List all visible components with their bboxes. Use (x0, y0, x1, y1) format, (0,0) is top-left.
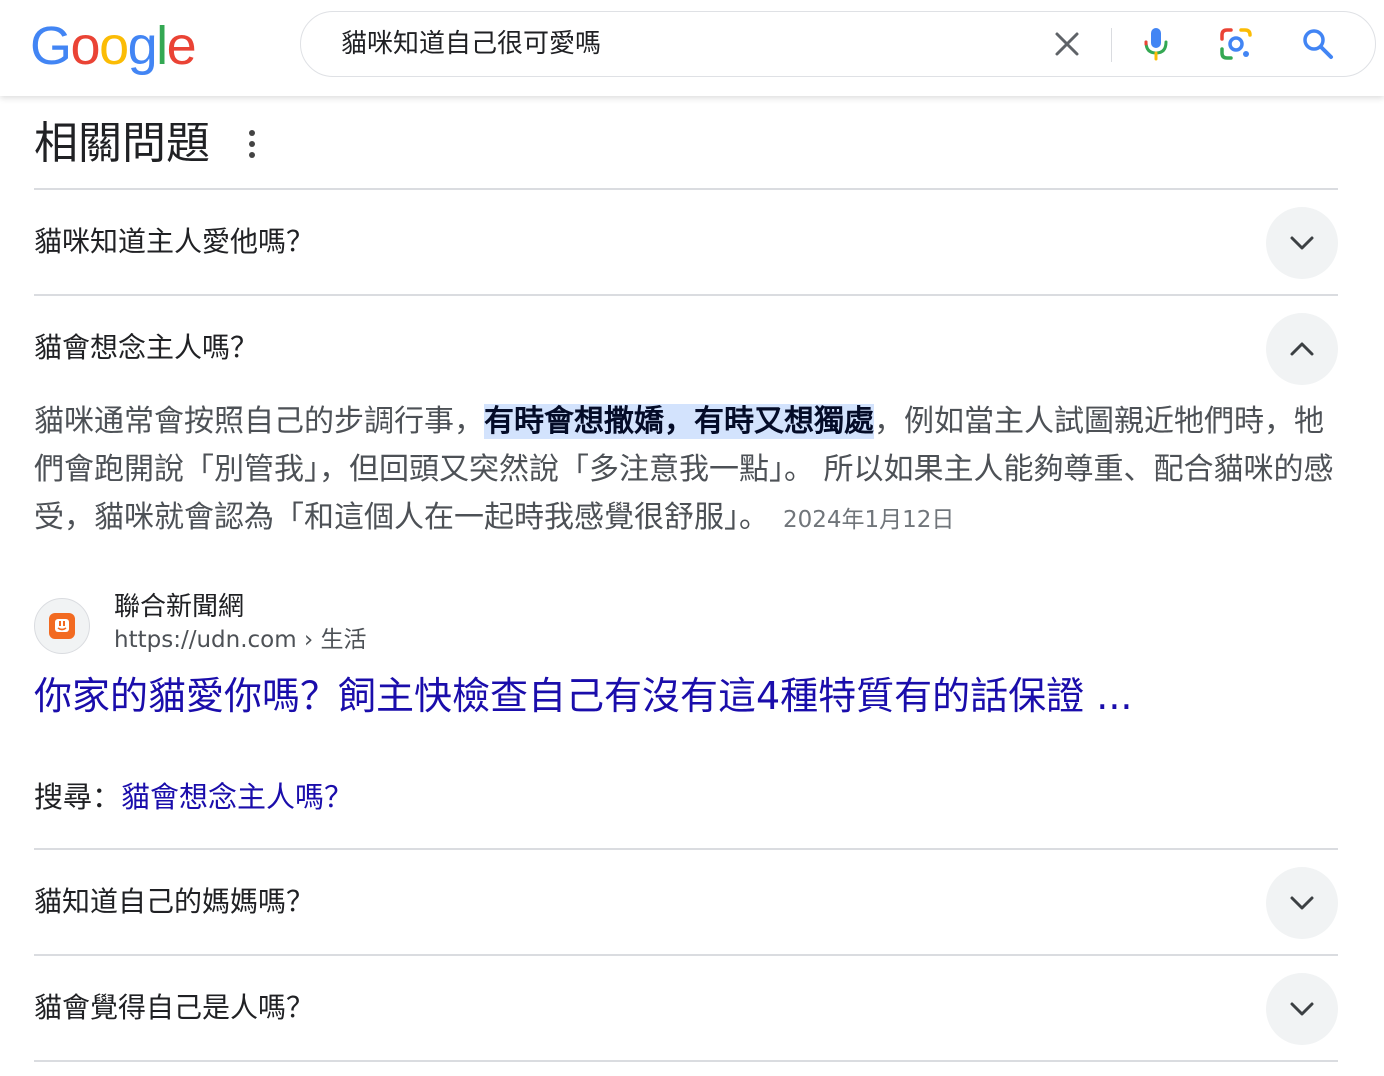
microphone-icon[interactable] (1137, 25, 1175, 63)
expand-button[interactable] (1266, 207, 1338, 279)
question-text: 貓咪知道主人愛他嗎？ (34, 225, 315, 258)
answer-snippet: 貓咪通常會按照自己的步調行事，有時會想撒嬌，有時又想獨處，例如當主人試圖親近牠們… (34, 398, 1338, 544)
question-text: 貓會想念主人嗎？ (34, 331, 259, 364)
question-row-3[interactable]: 貓知道自己的媽媽嗎？ (34, 850, 1338, 954)
answer-date: 2024年1月12日 (783, 507, 955, 533)
logo-letter-g: G (30, 16, 72, 76)
search-suggestion-label: 搜尋： (34, 780, 122, 814)
question-text: 貓會覺得自己是人嗎？ (34, 991, 315, 1024)
source-attribution[interactable]: 聯合新聞網 https://udn.com › 生活 (34, 590, 934, 660)
expand-button[interactable] (1266, 973, 1338, 1045)
chevron-up-icon (1290, 342, 1314, 356)
logo-letter-o2: o (99, 16, 129, 76)
search-suggestion-link[interactable]: 貓會想念主人嗎？ (121, 780, 353, 814)
source-url: https://udn.com › 生活 (114, 627, 367, 653)
chevron-down-icon (1290, 1002, 1314, 1016)
search-icon[interactable] (1299, 25, 1337, 63)
source-name: 聯合新聞網 (114, 592, 245, 622)
collapse-button[interactable] (1266, 313, 1338, 385)
question-row-4[interactable]: 貓會覺得自己是人嗎？ (34, 956, 1338, 1060)
section-title: 相關問題 (34, 118, 210, 169)
question-row-1[interactable]: 貓咪知道主人愛他嗎？ (34, 190, 1338, 294)
search-input[interactable]: 貓咪知道自己很可愛嗎 (341, 12, 601, 76)
result-title-link[interactable]: 你家的貓愛你嗎？飼主快檢查自己有沒有這4種特質有的話保證 ... (34, 670, 1133, 722)
clear-icon[interactable] (1048, 25, 1086, 63)
logo-letter-l: l (156, 16, 168, 76)
search-box[interactable]: 貓咪知道自己很可愛嗎 (300, 11, 1376, 77)
more-options-icon[interactable] (240, 128, 264, 160)
udn-favicon (34, 598, 90, 654)
logo-letter-o1: o (70, 16, 101, 76)
chevron-down-icon (1290, 236, 1314, 250)
google-lens-icon[interactable] (1217, 25, 1255, 63)
chevron-down-icon (1290, 896, 1314, 910)
top-bar: Google 貓咪知道自己很可愛嗎 (0, 0, 1384, 96)
search-suggestion: 搜尋：貓會想念主人嗎？ (34, 776, 353, 818)
question-text: 貓知道自己的媽媽嗎？ (34, 885, 315, 918)
logo-letter-e: e (166, 16, 197, 76)
question-row-2[interactable]: 貓會想念主人嗎？ (34, 296, 1338, 400)
answer-highlight: 有時會想撒嬌，有時又想獨處 (484, 404, 874, 439)
answer-text-before: 貓咪通常會按照自己的步調行事， (34, 404, 484, 439)
logo-letter-g2: g (127, 16, 158, 76)
search-box-divider (1111, 28, 1112, 62)
divider (34, 1060, 1338, 1062)
expand-button[interactable] (1266, 867, 1338, 939)
google-logo[interactable]: Google (30, 14, 197, 78)
